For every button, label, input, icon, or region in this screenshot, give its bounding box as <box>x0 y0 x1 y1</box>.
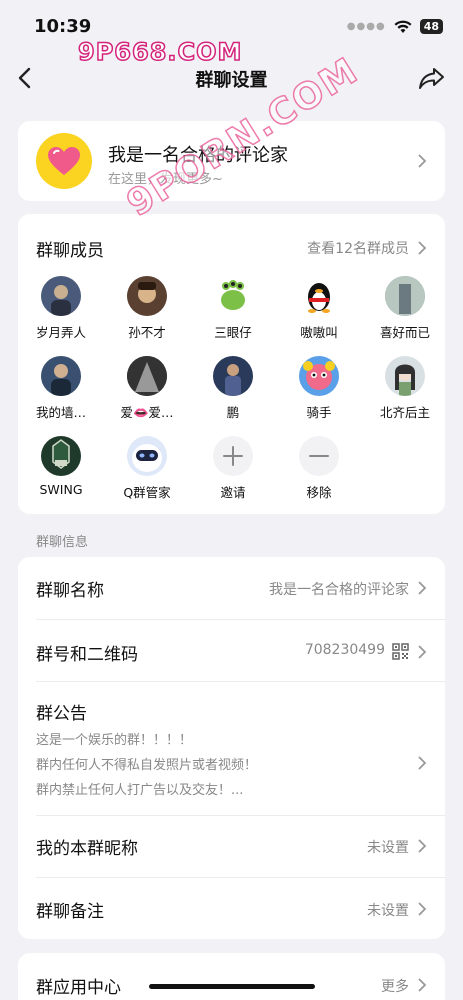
wifi-icon <box>394 20 412 33</box>
status-time: 10:39 <box>34 16 92 37</box>
member-name: SWING <box>39 482 83 497</box>
avatar <box>127 436 167 476</box>
group-profile-card[interactable]: 我是一名合格的评论家 在这里，发现更多~ <box>18 121 445 201</box>
plus-icon <box>213 436 253 476</box>
row-value: 未设置 <box>367 903 409 919</box>
invite-label: 邀请 <box>220 485 246 500</box>
row-group-name[interactable]: 群聊名称 我是一名合格的评论家 <box>36 557 427 619</box>
member-item[interactable]: 骑手 <box>276 356 362 421</box>
chevron-right-icon <box>418 645 427 659</box>
avatar <box>385 276 425 316</box>
row-value: 708230499 <box>304 642 385 658</box>
avatar <box>385 356 425 396</box>
row-group-number[interactable]: 群号和二维码 708230499 <box>36 619 427 681</box>
avatar <box>127 356 167 396</box>
member-item[interactable]: SWING <box>18 436 104 497</box>
row-label: 群公告 <box>36 704 87 724</box>
member-item[interactable]: 喜好而已 <box>362 276 448 341</box>
avatar <box>127 276 167 316</box>
member-item[interactable]: 孙不才 <box>104 276 190 341</box>
qr-code-icon <box>392 643 409 660</box>
avatar <box>41 436 81 476</box>
avatar <box>213 276 253 316</box>
row-label: 群聊备注 <box>36 902 104 922</box>
member-name: 鹏 <box>226 405 240 420</box>
page-title: 群聊设置 <box>195 70 268 91</box>
member-item[interactable]: 北齐后主 <box>362 356 448 421</box>
member-item[interactable]: 我的墙… <box>18 356 104 421</box>
row-label: 我的本群昵称 <box>36 839 138 859</box>
share-icon[interactable] <box>417 64 447 92</box>
heart-icon <box>48 147 80 175</box>
members-card: 群聊成员 查看12名群成员 岁月弄人 孙不才 三眼仔 嗷嗷叫 喜好而已 我的墙… <box>18 214 445 514</box>
chevron-right-icon <box>418 839 427 853</box>
row-group-remark[interactable]: 群聊备注 未设置 <box>36 877 427 939</box>
group-apps-card[interactable]: 群应用中心 更多 <box>18 953 445 1000</box>
member-item[interactable]: 鹏 <box>190 356 276 421</box>
group-subtitle: 在这里，发现更多~ <box>108 172 223 187</box>
avatar <box>41 276 81 316</box>
member-name: 北齐后主 <box>379 405 430 420</box>
watermark-top: 9P668.COM <box>77 37 243 67</box>
member-item[interactable]: 嗷嗷叫 <box>276 276 362 341</box>
member-name: 骑手 <box>306 405 332 420</box>
battery-indicator: 48 <box>419 19 443 34</box>
minus-icon <box>299 436 339 476</box>
avatar <box>41 356 81 396</box>
row-label: 群应用中心 <box>36 978 121 998</box>
member-name: 岁月弄人 <box>35 325 86 340</box>
member-name: 喜好而已 <box>379 325 430 340</box>
row-value: 未设置 <box>367 840 409 856</box>
group-info-card: 群聊名称 我是一名合格的评论家 群号和二维码 708230499 群公告 这是一… <box>18 557 445 939</box>
chevron-right-icon <box>418 154 427 168</box>
chevron-right-icon <box>418 581 427 595</box>
member-name: 三眼仔 <box>214 325 252 340</box>
group-name: 我是一名合格的评论家 <box>108 145 288 166</box>
member-name: 爱👄爱… <box>120 405 174 420</box>
remove-label: 移除 <box>306 485 332 500</box>
chevron-right-icon <box>418 241 427 255</box>
member-item[interactable]: 岁月弄人 <box>18 276 104 341</box>
notice-line: 群内禁止任何人打广告以及交友！... <box>36 783 244 798</box>
member-item[interactable]: 三眼仔 <box>190 276 276 341</box>
member-item[interactable]: Q群管家 <box>104 436 190 501</box>
group-avatar <box>36 133 92 189</box>
row-value: 我是一名合格的评论家 <box>269 582 409 598</box>
row-value: 更多 <box>381 979 409 995</box>
member-name: 孙不才 <box>128 325 166 340</box>
notice-line: 这是一个娱乐的群！！！！ <box>36 733 193 748</box>
avatar <box>299 276 339 316</box>
avatar <box>213 356 253 396</box>
invite-button[interactable]: 邀请 <box>190 436 276 501</box>
notice-line: 群内任何人不得私自发照片或者视频！ <box>36 758 258 773</box>
row-label: 群聊名称 <box>36 581 104 601</box>
signal-icon: ●●●● <box>346 21 386 32</box>
member-item[interactable]: 爱👄爱… <box>104 356 190 421</box>
row-my-nickname[interactable]: 我的本群昵称 未设置 <box>36 815 427 877</box>
chevron-right-icon <box>418 902 427 916</box>
home-indicator[interactable] <box>149 984 315 989</box>
member-name: 我的墙… <box>35 405 86 420</box>
avatar <box>299 356 339 396</box>
section-label-group-info: 群聊信息 <box>36 535 89 550</box>
row-label: 群号和二维码 <box>36 645 138 665</box>
row-group-notice[interactable]: 群公告 这是一个娱乐的群！！！！ 群内任何人不得私自发照片或者视频！ 群内禁止任… <box>36 681 427 815</box>
remove-button[interactable]: 移除 <box>276 436 362 501</box>
members-title: 群聊成员 <box>36 241 104 261</box>
view-all-members-link[interactable]: 查看12名群成员 <box>307 238 409 258</box>
member-name: 嗷嗷叫 <box>300 325 338 340</box>
chevron-right-icon <box>418 978 427 992</box>
member-name: Q群管家 <box>123 485 171 500</box>
status-icons: ●●●● 48 <box>347 19 443 34</box>
chevron-right-icon <box>418 756 427 770</box>
